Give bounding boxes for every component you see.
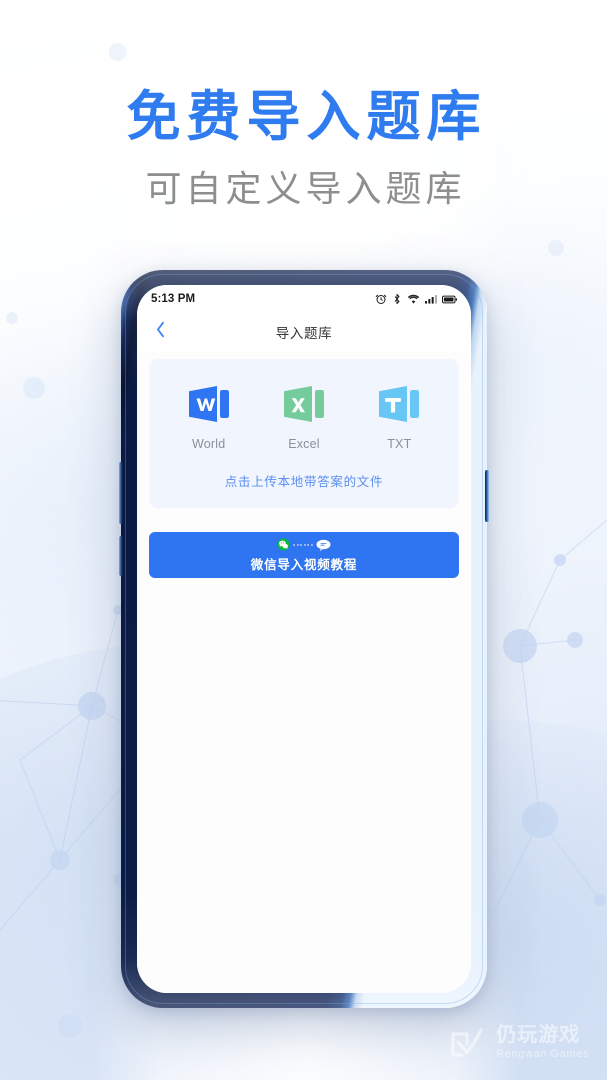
word-file-icon	[186, 381, 232, 427]
wechat-tutorial-button[interactable]: 微信导入视频教程	[149, 532, 459, 578]
file-type-word[interactable]: World	[173, 381, 245, 451]
wechat-button-label: 微信导入视频教程	[250, 557, 358, 572]
phone-mockup: 5:13 PM 导入题库 World Excel TXT 点击上传本地带答案的文…	[119, 270, 489, 1008]
watermark-cn: 仍玩游戏	[496, 1023, 581, 1046]
bluetooth-icon	[392, 293, 402, 305]
chevron-left-icon	[155, 321, 166, 343]
watermark-en: Rengwan Games	[496, 1047, 589, 1060]
signal-icon	[425, 293, 437, 305]
wechat-icon	[277, 538, 290, 551]
phone-screen: 5:13 PM 导入题库 World Excel TXT 点击上传本地带答案的文…	[137, 285, 471, 993]
status-bar-time: 5:13 PM	[151, 293, 196, 305]
connector-dots-icon	[293, 543, 313, 546]
power-button[interactable]	[485, 470, 489, 522]
upload-card[interactable]: World Excel TXT 点击上传本地带答案的文件	[149, 359, 459, 508]
txt-file-icon	[376, 381, 422, 427]
volume-up-button[interactable]	[119, 462, 123, 524]
page-title: 导入题库	[275, 326, 333, 341]
wechat-button-graphic	[277, 538, 331, 552]
file-type-label: World	[191, 437, 226, 451]
chat-bubble-icon	[316, 539, 331, 551]
status-bar: 5:13 PM	[137, 285, 471, 313]
alarm-icon	[375, 293, 387, 305]
watermark-text: 仍玩游戏 Rengwan Games	[496, 1025, 589, 1060]
upload-hint-text[interactable]: 点击上传本地带答案的文件	[161, 471, 447, 490]
battery-icon	[442, 294, 457, 305]
file-type-excel[interactable]: Excel	[268, 381, 340, 451]
file-type-row: World Excel TXT	[161, 381, 447, 451]
file-type-txt[interactable]: TXT	[363, 381, 435, 451]
file-type-label: Excel	[288, 437, 320, 451]
app-nav-bar: 导入题库	[137, 313, 471, 351]
excel-file-icon	[281, 381, 327, 427]
file-type-label: TXT	[387, 437, 412, 451]
status-bar-icons	[375, 293, 457, 305]
promo-headline: 免费导入题库	[126, 84, 487, 148]
volume-down-button[interactable]	[119, 536, 123, 576]
app-content: World Excel TXT 点击上传本地带答案的文件 微信导入视频教程	[137, 351, 471, 993]
promo-page: 免费导入题库 可自定义导入题库 5:13 PM 导入题库 World Excel…	[0, 0, 607, 1080]
back-button[interactable]	[149, 321, 171, 343]
rengwan-logo-icon	[447, 1022, 487, 1062]
promo-heading-group: 免费导入题库 可自定义导入题库	[0, 84, 607, 211]
wifi-icon	[407, 293, 420, 305]
watermark: 仍玩游戏 Rengwan Games	[447, 1022, 589, 1062]
promo-subheadline: 可自定义导入题库	[145, 168, 466, 210]
